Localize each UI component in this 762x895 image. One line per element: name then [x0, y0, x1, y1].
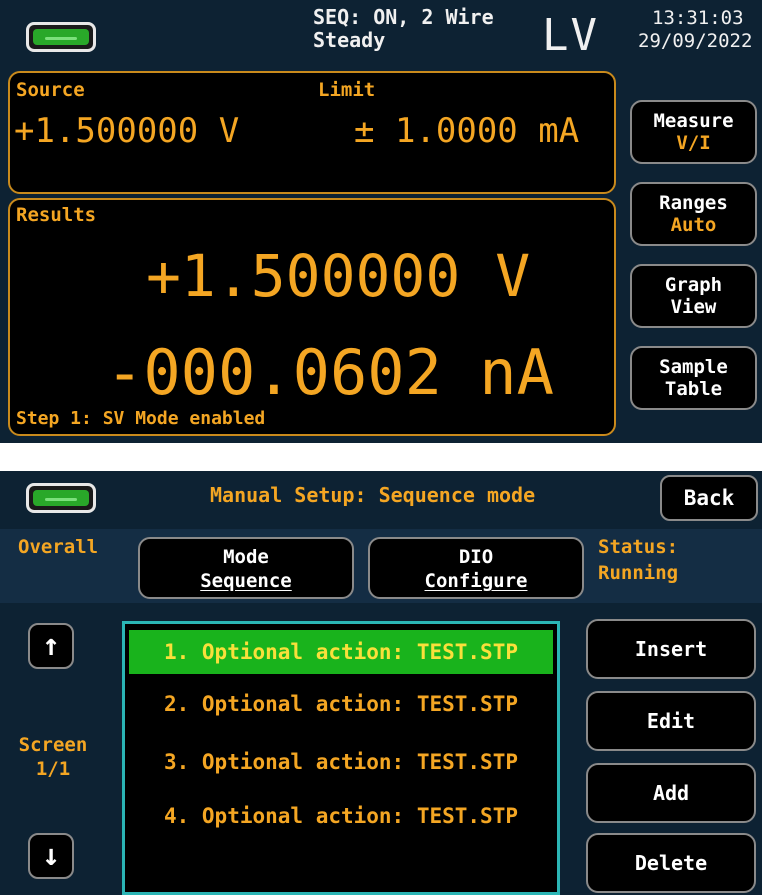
screen-indicator: Screen 1/1	[10, 733, 96, 781]
sequence-item-2[interactable]: 2. Optional action: TEST.STP	[129, 682, 553, 726]
graph-view-button[interactable]: Graph View	[630, 264, 757, 328]
measurement-screen: SEQ: ON, 2 Wire Steady LV 13:31:03 29/09…	[0, 0, 762, 443]
graph-button-label: Graph	[664, 274, 723, 296]
source-value: +1.500000 V	[14, 111, 240, 151]
results-panel: Results +1.500000 V -000.0602 nA Step 1:…	[8, 198, 616, 436]
clock-date: 29/09/2022	[638, 30, 753, 52]
mode-button-value: Sequence	[200, 570, 292, 592]
page-title: Manual Setup: Sequence mode	[210, 483, 536, 507]
limit-label: Limit	[318, 79, 376, 101]
edit-button[interactable]: Edit	[586, 691, 756, 751]
ranges-button-value: Auto	[670, 214, 717, 236]
measured-current: -000.0602 nA	[106, 336, 554, 409]
add-button[interactable]: Add	[586, 763, 756, 823]
dio-button-label: DIO	[458, 546, 494, 568]
mode-indicator: LV	[542, 10, 599, 61]
measured-voltage: +1.500000 V	[146, 242, 531, 310]
mode-button-label: Mode	[223, 546, 269, 568]
insert-button[interactable]: Insert	[586, 619, 756, 679]
sequence-item-1[interactable]: 1. Optional action: TEST.STP	[129, 630, 553, 674]
sequence-item-3[interactable]: 3. Optional action: TEST.STP	[129, 740, 553, 784]
step-status: Step 1: SV Mode enabled	[16, 408, 266, 429]
clock-time: 13:31:03	[652, 7, 744, 29]
arrow-down-icon: ↓	[41, 838, 61, 873]
limit-value: ± 1.0000 mA	[354, 111, 580, 151]
scroll-down-button[interactable]: ↓	[28, 833, 74, 879]
ranges-button[interactable]: Ranges Auto	[630, 182, 757, 246]
sequence-item-4[interactable]: 4. Optional action: TEST.STP	[129, 794, 553, 838]
results-label: Results	[16, 204, 97, 226]
screen-page: 1/1	[35, 758, 71, 780]
graph-button-value: View	[670, 296, 717, 318]
status-label: Status:	[598, 536, 679, 558]
measure-button[interactable]: Measure V/I	[630, 100, 757, 164]
dio-button[interactable]: DIO Configure	[368, 537, 584, 599]
source-label: Source	[16, 79, 85, 101]
sequence-status: SEQ: ON, 2 Wire	[313, 5, 494, 29]
source-panel: Source Limit +1.500000 V ± 1.0000 mA	[8, 71, 616, 194]
measure-button-value: V/I	[676, 132, 711, 154]
delete-button[interactable]: Delete	[586, 833, 756, 893]
measure-button-label: Measure	[653, 110, 734, 132]
sequence-state: Steady	[313, 28, 386, 52]
arrow-up-icon: ↑	[41, 628, 61, 663]
overall-label: Overall	[18, 536, 99, 558]
ranges-button-label: Ranges	[659, 192, 728, 214]
sample-button-label: Sample	[659, 356, 728, 378]
battery-icon	[26, 483, 96, 513]
battery-icon	[26, 22, 96, 52]
screen-label: Screen	[18, 734, 88, 756]
sample-table-button[interactable]: Sample Table	[630, 346, 757, 410]
sequence-setup-screen: Manual Setup: Sequence mode Back Overall…	[0, 471, 762, 895]
sample-button-value: Table	[664, 378, 723, 400]
dio-button-value: Configure	[424, 570, 528, 592]
sequence-list: 1. Optional action: TEST.STP 2. Optional…	[122, 621, 560, 895]
scroll-up-button[interactable]: ↑	[28, 623, 74, 669]
mode-button[interactable]: Mode Sequence	[138, 537, 354, 599]
back-button[interactable]: Back	[660, 475, 758, 521]
status-value: Running	[598, 562, 679, 584]
